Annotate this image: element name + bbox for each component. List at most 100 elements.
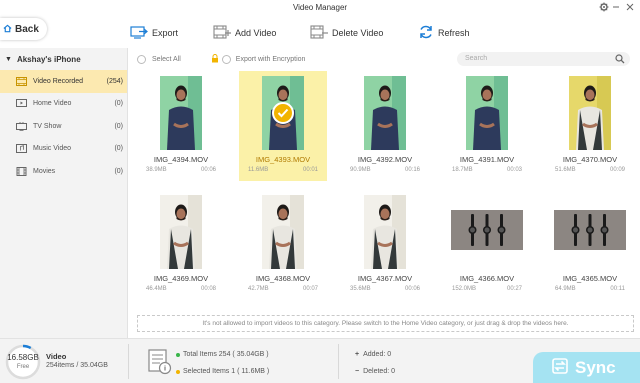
refresh-label: Refresh xyxy=(438,28,470,38)
search-icon xyxy=(615,54,625,70)
video-name: IMG_4367.MOV xyxy=(357,274,413,283)
video-tile[interactable]: IMG_4393.MOV 11.6MB 00:01 xyxy=(239,71,327,181)
video-tile[interactable]: IMG_4367.MOV 35.6MB 00:06 xyxy=(341,190,429,300)
video-name: IMG_4393.MOV xyxy=(255,155,311,164)
sidebar-item-music-video[interactable]: Music Video (0) xyxy=(0,138,127,161)
video-thumbnail xyxy=(451,210,523,250)
sync-button[interactable]: Sync xyxy=(533,352,640,383)
video-tile[interactable]: IMG_4370.MOV 51.6MB 00:09 xyxy=(546,71,634,181)
minus-icon[interactable] xyxy=(611,2,621,12)
export-button[interactable]: Export xyxy=(130,22,178,44)
storage-title: Video xyxy=(46,352,67,361)
video-tile[interactable]: IMG_4391.MOV 18.7MB 00:03 xyxy=(443,71,531,181)
video-name: IMG_4391.MOV xyxy=(459,155,515,164)
video-thumbnail xyxy=(160,76,202,150)
home-icon xyxy=(3,24,12,35)
total-items: Total Items 254 ( 35.04GB ) xyxy=(183,351,269,358)
title-bar: Video Manager xyxy=(0,0,640,16)
close-icon[interactable] xyxy=(625,2,635,12)
video-duration: 00:16 xyxy=(404,167,420,173)
sidebar-item-count: (0) xyxy=(114,167,123,175)
import-notice: It's not allowed to import videos to thi… xyxy=(137,315,634,332)
sidebar-item-count: (254) xyxy=(106,77,123,85)
video-duration: 00:06 xyxy=(404,286,420,292)
video-thumbnail xyxy=(364,76,406,150)
video-size: 11.6MB xyxy=(248,167,269,173)
export-encryption-label: Export with Encryption xyxy=(235,55,306,63)
deleted-count: Deleted: 0 xyxy=(363,368,396,375)
video-duration: 00:07 xyxy=(302,286,318,292)
window-title: Video Manager xyxy=(292,3,348,12)
sidebar-item-label: TV Show xyxy=(33,122,62,130)
video-thumbnail xyxy=(554,210,626,250)
minus-icon: − xyxy=(355,368,360,375)
tv-icon xyxy=(16,121,27,131)
video-duration: 00:11 xyxy=(610,286,625,292)
sidebar-item-count: (0) xyxy=(114,100,123,108)
delete-video-button[interactable]: Delete Video xyxy=(310,22,383,44)
home-video-icon xyxy=(16,99,27,109)
video-size: 51.6MB xyxy=(555,167,576,173)
music-video-icon xyxy=(16,144,27,154)
sidebar-item-movies[interactable]: Movies (0) xyxy=(0,160,127,183)
back-button[interactable]: Back xyxy=(0,18,47,40)
content-toolbar: Select All Export with Encryption Search xyxy=(129,48,640,70)
select-all-checkbox[interactable] xyxy=(137,54,146,64)
video-size: 38.9MB xyxy=(146,167,167,173)
video-duration: 00:08 xyxy=(200,286,216,292)
selected-items-stat: Selected Items 1 ( 11.6MB ) xyxy=(176,368,269,375)
search-input[interactable]: Search xyxy=(457,52,630,66)
gear-icon[interactable] xyxy=(599,2,609,12)
video-tile[interactable]: IMG_4365.MOV 64.9MB 00:11 xyxy=(546,190,634,300)
video-name: IMG_4366.MOV xyxy=(459,274,515,283)
chevron-down-icon: ▼ xyxy=(5,55,12,63)
sidebar-item-label: Movies xyxy=(33,167,56,175)
delete-video-icon xyxy=(310,24,332,42)
video-content-area: Select All Export with Encryption Search… xyxy=(129,48,640,338)
sidebar-item-label: Home Video xyxy=(33,100,72,108)
video-thumbnail xyxy=(262,195,304,269)
divider xyxy=(338,344,339,379)
add-video-button[interactable]: Add Video xyxy=(213,22,276,44)
sidebar-item-tv-show[interactable]: TV Show (0) xyxy=(0,115,127,138)
sidebar-item-count: (0) xyxy=(114,145,123,153)
storage-summary: 254items / 35.04GB xyxy=(46,362,108,369)
add-video-label: Add Video xyxy=(235,28,277,38)
sidebar-item-video-recorded[interactable]: Video Recorded (254) xyxy=(0,70,127,93)
sidebar: ▼ Akshay's iPhone Video Recorded (254) H… xyxy=(0,48,128,338)
total-dot xyxy=(176,352,180,357)
video-tile[interactable]: IMG_4366.MOV 152.0MB 00:27 xyxy=(443,190,531,300)
sidebar-item-count: (0) xyxy=(114,122,123,130)
export-label: Export xyxy=(152,28,179,38)
refresh-button[interactable]: Refresh xyxy=(418,22,470,44)
free-size: 16.58GB xyxy=(7,353,39,362)
video-duration: 00:27 xyxy=(506,286,522,292)
video-name: IMG_4370.MOV xyxy=(562,155,618,164)
device-name: Akshay's iPhone xyxy=(16,54,81,64)
video-tile[interactable]: IMG_4394.MOV 38.9MB 00:06 xyxy=(137,71,225,181)
video-name: IMG_4368.MOV xyxy=(255,274,311,283)
video-tile[interactable]: IMG_4392.MOV 90.9MB 00:16 xyxy=(341,71,429,181)
select-all-label: Select All xyxy=(152,55,181,63)
sync-label: Sync xyxy=(575,358,616,377)
selected-items: Selected Items 1 ( 11.6MB ) xyxy=(183,368,270,375)
video-thumbnail xyxy=(569,76,611,150)
added-stat: + Added: 0 xyxy=(355,351,391,358)
video-duration: 00:03 xyxy=(506,167,522,173)
video-tile[interactable]: IMG_4368.MOV 42.7MB 00:07 xyxy=(239,190,327,300)
video-size: 18.7MB xyxy=(452,167,473,173)
video-tile[interactable]: IMG_4369.MOV 46.4MB 00:08 xyxy=(137,190,225,300)
sidebar-item-home-video[interactable]: Home Video (0) xyxy=(0,93,127,116)
device-header[interactable]: ▼ Akshay's iPhone xyxy=(0,48,127,70)
export-encryption-checkbox[interactable] xyxy=(221,54,231,64)
delete-video-label: Delete Video xyxy=(332,28,384,38)
video-name: IMG_4365.MOV xyxy=(562,274,618,283)
deleted-stat: − Deleted: 0 xyxy=(355,368,395,375)
sidebar-item-label: Video Recorded xyxy=(33,77,84,85)
add-video-icon xyxy=(213,24,235,42)
video-name: IMG_4394.MOV xyxy=(153,155,209,164)
search-placeholder: Search xyxy=(465,55,488,62)
back-label: Back xyxy=(15,23,39,35)
video-size: 64.9MB xyxy=(555,286,576,292)
video-name: IMG_4369.MOV xyxy=(153,274,209,283)
